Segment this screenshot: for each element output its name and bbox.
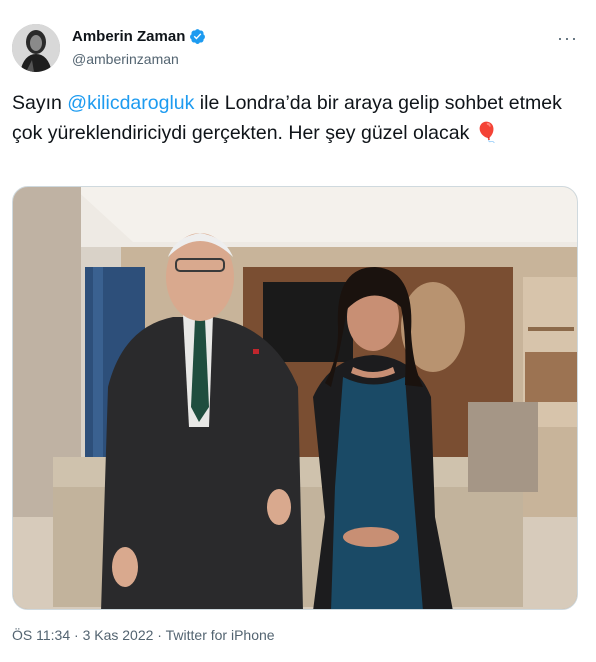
display-name-row: Amberin Zaman xyxy=(72,28,206,45)
tweet-header: Amberin Zaman @amberinzaman ··· xyxy=(12,24,584,74)
text-prefix: Sayın xyxy=(12,92,68,114)
mention-link[interactable]: @kilicdarogluk xyxy=(67,92,194,114)
more-dots-icon[interactable]: ··· xyxy=(557,28,578,49)
tweet-card: Amberin Zaman @amberinzaman ··· Sayın @k… xyxy=(0,0,596,662)
tweet-date[interactable]: 3 Kas 2022 xyxy=(83,627,154,643)
tweet-photo[interactable] xyxy=(12,186,578,610)
tweet-text: Sayın @kilicdarogluk ile Londra’da bir a… xyxy=(12,88,582,148)
balloon-emoji-icon: 🎈 xyxy=(474,122,500,144)
display-name[interactable]: Amberin Zaman xyxy=(72,28,185,45)
tweet-meta: ÖS 11:34 · 3 Kas 2022 · Twitter for iPho… xyxy=(12,627,275,643)
handle[interactable]: @amberinzaman xyxy=(72,51,206,67)
tweet-time[interactable]: ÖS 11:34 xyxy=(12,627,70,643)
meta-separator: · xyxy=(153,627,166,643)
avatar[interactable] xyxy=(12,24,60,72)
author-names: Amberin Zaman @amberinzaman xyxy=(72,28,206,67)
verified-badge-icon xyxy=(189,28,206,45)
photo-illustration xyxy=(13,187,577,609)
meta-separator: · xyxy=(70,627,83,643)
tweet-source: Twitter for iPhone xyxy=(165,627,275,643)
